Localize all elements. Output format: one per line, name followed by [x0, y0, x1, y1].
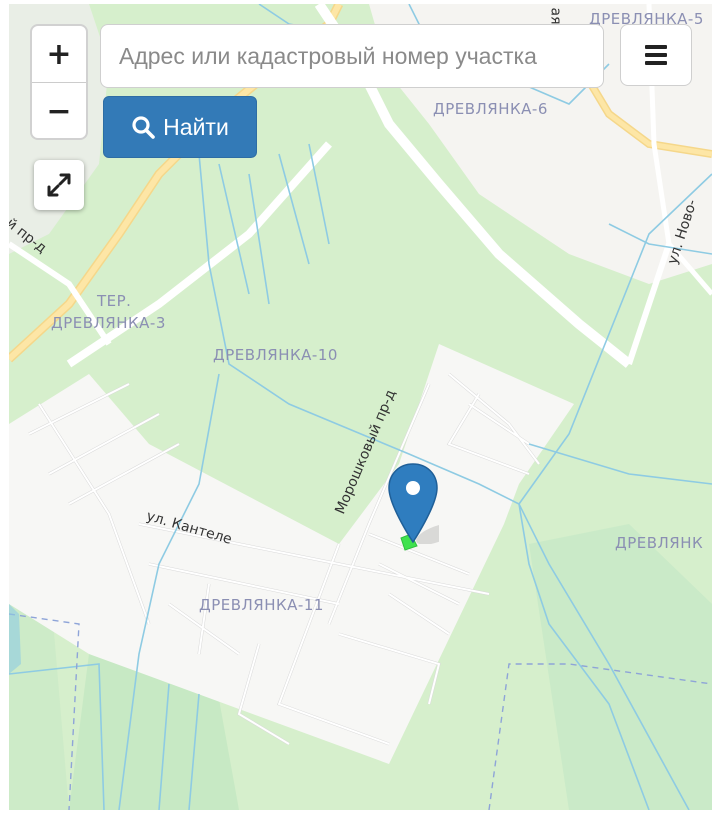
zoom-in-button[interactable]: +	[32, 26, 86, 83]
find-button-label: Найти	[163, 113, 229, 140]
place-label-drevlyanka-10: ДРЕВЛЯНКА-10	[213, 346, 338, 364]
search-icon	[132, 116, 155, 139]
map-marker-icon[interactable]	[387, 462, 439, 544]
menu-button[interactable]	[620, 24, 692, 86]
fullscreen-button[interactable]	[34, 160, 84, 210]
search-input[interactable]	[100, 24, 604, 88]
place-label-drevlyanka-11: ДРЕВЛЯНКА-11	[199, 596, 324, 614]
zoom-out-button[interactable]: −	[32, 83, 86, 138]
zoom-control: + −	[30, 24, 88, 140]
place-label-drevlyanka-right: ДРЕВЛЯНК	[615, 534, 704, 552]
place-label-ter: ТЕР.	[97, 292, 132, 310]
hamburger-menu-icon	[645, 45, 667, 65]
place-label-drevlyanka-3: ДРЕВЛЯНКА-3	[51, 314, 166, 332]
place-label-drevlyanka-6: ДРЕВЛЯНКА-6	[433, 100, 548, 118]
find-button[interactable]: Найти	[103, 96, 257, 158]
street-label-top: ая	[547, 7, 564, 25]
expand-arrows-icon	[47, 173, 71, 197]
